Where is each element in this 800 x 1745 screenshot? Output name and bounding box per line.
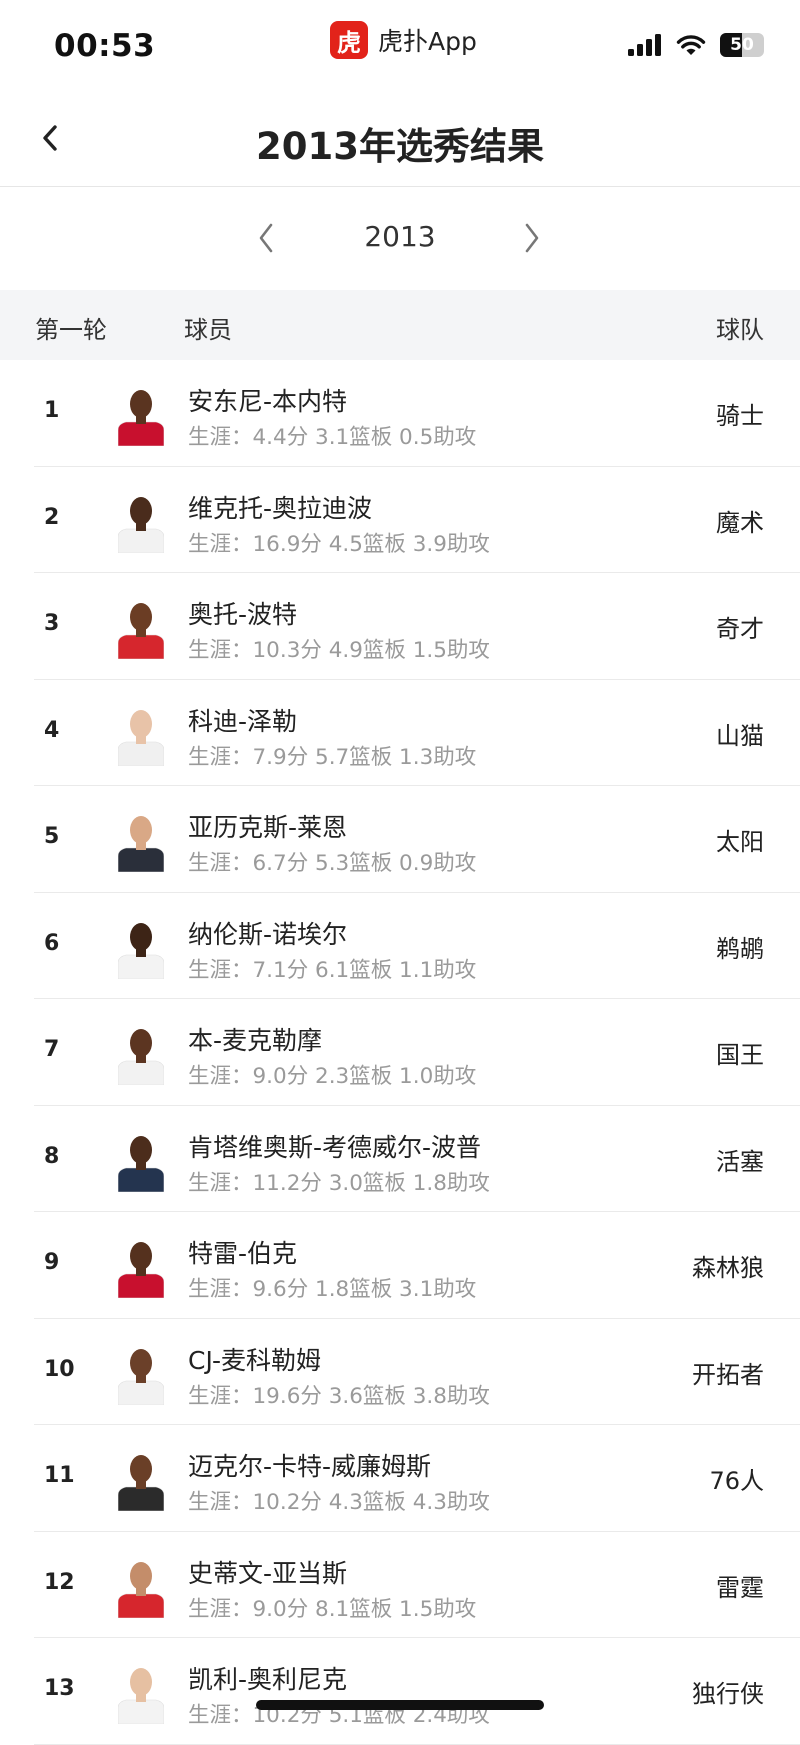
pick-number: 8: [44, 1143, 60, 1169]
table-row[interactable]: 5 亚历克斯-莱恩生涯：6.7分 5.3篮板 0.9助攻 太阳: [0, 786, 800, 893]
status-bar: 00:53 虎 虎扑App 50: [0, 0, 800, 90]
team-name: 森林狼: [692, 1254, 764, 1282]
player-name: 本-麦克勒摩: [188, 1026, 323, 1055]
table-row[interactable]: 8 肯塔维奥斯-考德威尔-波普生涯：11.2分 3.0篮板 1.8助攻 活塞: [0, 1106, 800, 1213]
player-name: 维克托-奥拉迪波: [188, 493, 373, 523]
player-avatar: [118, 603, 164, 659]
team-name: 开拓者: [692, 1360, 764, 1389]
table-row[interactable]: 7 本-麦克勒摩生涯：9.0分 2.3篮板 1.0助攻 国王: [0, 999, 800, 1106]
player-name: 安东尼-本内特: [188, 387, 348, 416]
player-name: 亚历克斯-莱恩: [188, 813, 348, 842]
player-name: 史蒂文-亚当斯: [188, 1558, 348, 1588]
table-row[interactable]: 13 凯利-奥利尼克 生涯：10.2分 5.1篮板 2.4助攻 独行侠: [0, 1638, 800, 1745]
team-name: 骑士: [716, 402, 764, 430]
year-label: 2013: [364, 220, 436, 253]
team-name: 山猫: [716, 721, 764, 750]
player-avatar: [118, 1561, 164, 1618]
app-badge: 虎 虎扑App: [330, 20, 477, 60]
pick-number: 9: [44, 1250, 60, 1275]
table-row[interactable]: 2 维克托-奥拉迪波生涯：16.9分 4.5篮板 3.9助攻 魔术: [0, 467, 800, 574]
table-row[interactable]: 9 特雷-伯克生涯：9.6分 1.8篮板 3.1助攻 森林狼: [0, 1212, 800, 1319]
pick-number: 10: [44, 1356, 75, 1382]
player-avatar: [118, 922, 164, 979]
player-career-stats: 生涯：10.3分 4.9篮板 1.5助攻: [188, 638, 490, 663]
signal-icon: [628, 34, 661, 56]
pick-number: 7: [44, 1037, 60, 1062]
team-name: 魔术: [716, 508, 764, 537]
player-career-stats: 生涯：6.7分 5.3篮板 0.9助攻: [188, 851, 477, 876]
table-row[interactable]: 12 史蒂文-亚当斯生涯：9.0分 8.1篮板 1.5助攻 雷霆: [0, 1532, 800, 1639]
team-name: 独行侠: [692, 1680, 764, 1708]
player-avatar: [118, 1135, 164, 1192]
hupu-logo-icon: 虎: [330, 21, 368, 59]
player-career-stats: 生涯：9.0分 2.3篮板 1.0助攻: [188, 1064, 477, 1089]
page-title: 2013年选秀结果: [256, 125, 544, 168]
player-avatar: [118, 709, 164, 766]
system-icons: 50: [628, 33, 764, 57]
year-switcher: 2013: [0, 186, 800, 290]
player-career-stats: 生涯：16.9分 4.5篮板 3.9助攻: [188, 531, 490, 557]
round-header: 第一轮: [35, 316, 107, 344]
table-row[interactable]: 1 安东尼-本内特生涯：4.4分 3.1篮板 0.5助攻 骑士: [0, 360, 800, 467]
pick-number: 13: [44, 1676, 75, 1701]
draft-list: 1 安东尼-本内特 生涯：4.4分 3.1篮板 0.5助攻 骑士 2 维克托-奥拉迪波 生涯…: [0, 360, 800, 1745]
pick-number: 11: [44, 1463, 75, 1488]
pick-number: 4: [44, 717, 60, 743]
player-career-stats: 生涯：10.2分 4.3篮板 4.3助攻: [188, 1490, 490, 1515]
team-name: 活塞: [716, 1147, 764, 1176]
team-header: 球队: [716, 316, 764, 344]
player-avatar: [118, 1668, 164, 1724]
pick-number: 3: [44, 611, 60, 636]
player-avatar: [118, 816, 164, 872]
table-row[interactable]: 6 纳伦斯-诺埃尔生涯：7.1分 6.1篮板 1.1助攻 鹈鹕: [0, 893, 800, 1000]
team-name: 鹈鹕: [716, 934, 764, 963]
player-avatar: [118, 1455, 164, 1511]
app-name: 虎扑App: [378, 27, 477, 56]
battery-level: 50: [730, 35, 754, 55]
home-indicator: [256, 1700, 544, 1710]
player-career-stats: 生涯：7.9分 5.7篮板 1.3助攻: [188, 744, 477, 770]
player-name: 科迪-泽勒: [188, 706, 298, 736]
player-career-stats: 生涯：11.2分 3.0篮板 1.8助攻: [188, 1170, 490, 1196]
team-name: 雷霆: [716, 1573, 764, 1602]
player-avatar: [118, 1029, 164, 1085]
team-name: 奇才: [716, 615, 764, 643]
pick-number: 12: [44, 1569, 75, 1595]
battery-icon: 50: [720, 33, 764, 57]
table-row[interactable]: 3 奥托-波特生涯：10.3分 4.9篮板 1.5助攻 奇才: [0, 573, 800, 680]
team-name: 国王: [716, 1041, 764, 1069]
wifi-icon: [676, 35, 706, 55]
player-name: 肯塔维奥斯-考德威尔-波普: [188, 1132, 482, 1162]
player-name: 特雷-伯克: [188, 1239, 298, 1268]
pick-number: 5: [44, 824, 60, 849]
player-header: 球员: [184, 316, 232, 344]
pick-number: 1: [44, 398, 60, 423]
pick-number: 6: [44, 930, 60, 956]
chevron-right-icon: [525, 223, 539, 253]
player-career-stats: 生涯：7.1分 6.1篮板 1.1助攻: [188, 957, 477, 983]
player-name: CJ-麦科勒姆: [188, 1345, 321, 1375]
team-name: 太阳: [716, 828, 764, 856]
player-avatar: [118, 496, 164, 553]
table-header: 第一轮 球员 球队: [0, 290, 800, 360]
player-career-stats: 生涯：4.4分 3.1篮板 0.5助攻: [188, 425, 477, 450]
status-time: 00:53: [54, 28, 156, 64]
player-name: 凯利-奥利尼克: [188, 1665, 348, 1694]
nav-bar: 2013年选秀结果: [0, 90, 800, 187]
player-career-stats: 生涯：19.6分 3.6篮板 3.8助攻: [188, 1383, 490, 1409]
player-career-stats: 生涯：9.6分 1.8篮板 3.1助攻: [188, 1277, 477, 1302]
next-year-button[interactable]: [510, 216, 554, 260]
player-avatar: [118, 1348, 164, 1405]
player-name: 奥托-波特: [188, 600, 298, 629]
pick-number: 2: [44, 504, 60, 530]
player-avatar: [118, 1242, 164, 1298]
table-row[interactable]: 4 科迪-泽勒生涯：7.9分 5.7篮板 1.3助攻 山猫: [0, 680, 800, 787]
player-name: 纳伦斯-诺埃尔: [188, 919, 348, 949]
table-row[interactable]: 10 CJ-麦科勒姆生涯：19.6分 3.6篮板 3.8助攻 开拓者: [0, 1319, 800, 1426]
team-name: 76人: [709, 1467, 764, 1495]
table-row[interactable]: 11 迈克尔-卡特-威廉姆斯生涯：10.2分 4.3篮板 4.3助攻 76人: [0, 1425, 800, 1532]
player-avatar: [118, 390, 164, 446]
player-career-stats: 生涯：9.0分 8.1篮板 1.5助攻: [188, 1596, 477, 1622]
player-name: 迈克尔-卡特-威廉姆斯: [188, 1452, 432, 1481]
